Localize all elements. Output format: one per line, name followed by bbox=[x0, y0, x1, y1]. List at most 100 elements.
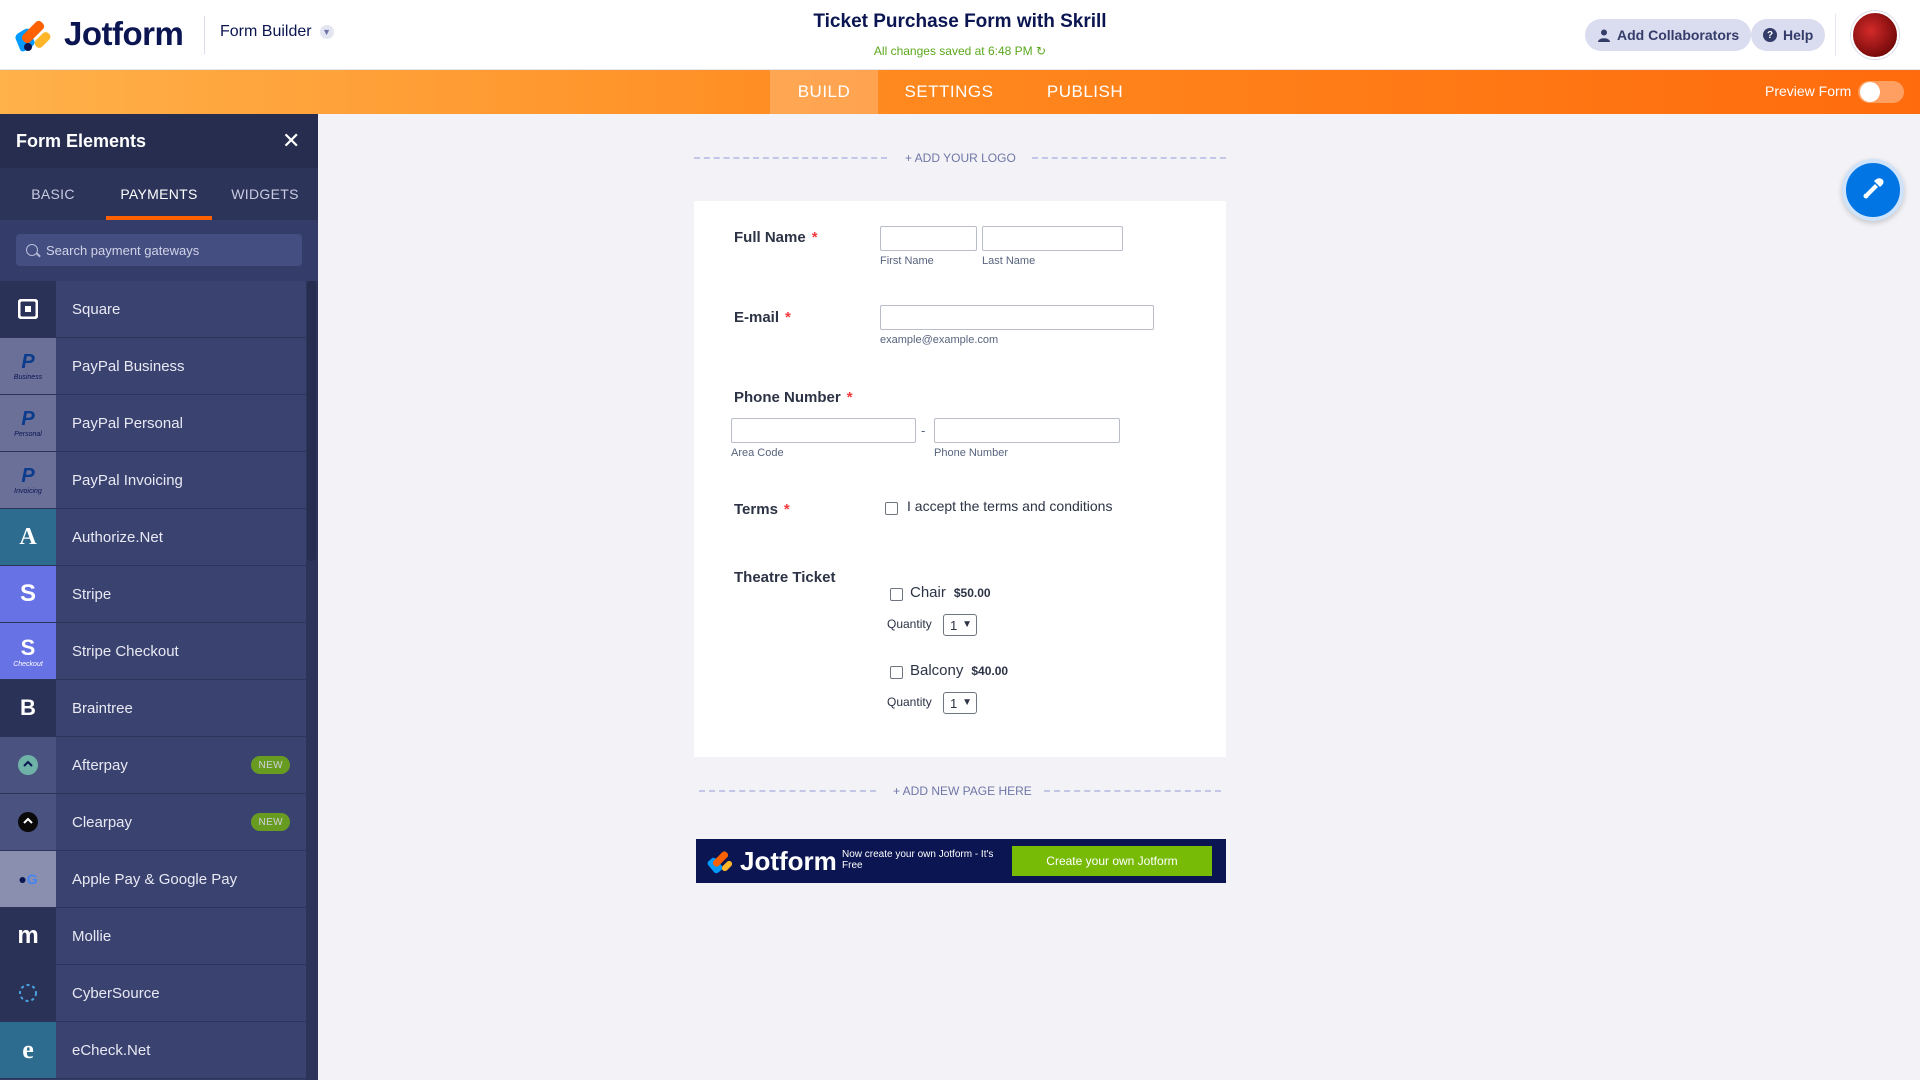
header-divider-right bbox=[1835, 14, 1836, 56]
paypal-icon: P Business bbox=[0, 338, 56, 394]
tab-build[interactable]: BUILD bbox=[770, 70, 878, 114]
balcony-quantity-label: Quantity bbox=[887, 695, 932, 709]
help-label: Help bbox=[1783, 27, 1814, 43]
phone-text: Phone Number bbox=[734, 389, 841, 406]
area-code-input[interactable] bbox=[731, 418, 916, 443]
terms-checkbox[interactable] bbox=[885, 502, 898, 515]
create-jotform-button[interactable]: Create your own Jotform bbox=[1012, 846, 1212, 876]
sidebar-item-paypal-invoicing[interactable]: P Invoicing PayPal Invoicing bbox=[0, 452, 306, 509]
sidebar-item-label: CyberSource bbox=[72, 984, 160, 1002]
email-sublabel: example@example.com bbox=[880, 334, 999, 346]
balcony-quantity-select[interactable]: 1 ▼ bbox=[943, 692, 977, 714]
tab-payments[interactable]: PAYMENTS bbox=[106, 168, 212, 220]
payment-search[interactable] bbox=[16, 234, 302, 266]
panel-scrollbar[interactable] bbox=[306, 281, 318, 1080]
tab-basic-label: BASIC bbox=[31, 186, 75, 202]
sidebar-item-stripe-checkout[interactable]: S Checkout Stripe Checkout bbox=[0, 623, 306, 680]
email-label: E-mail * bbox=[734, 309, 791, 326]
sidebar-item-label: PayPal Business bbox=[72, 357, 185, 375]
panel-title: Form Elements bbox=[16, 131, 147, 151]
phone-number-input[interactable] bbox=[934, 418, 1120, 443]
help-button[interactable]: ? Help bbox=[1751, 19, 1826, 51]
refresh-icon: ↻ bbox=[1036, 44, 1047, 58]
terms-option-label[interactable]: I accept the terms and conditions bbox=[907, 498, 1112, 514]
scrollbar-thumb[interactable] bbox=[307, 281, 316, 561]
tab-publish[interactable]: PUBLISH bbox=[1030, 70, 1140, 114]
help-icon: ? bbox=[1763, 28, 1777, 42]
tab-build-label: BUILD bbox=[797, 82, 851, 101]
chair-quantity-label: Quantity bbox=[887, 617, 932, 631]
balcony-option[interactable]: Balcony $40.00 bbox=[910, 662, 1008, 679]
braintree-icon: B bbox=[0, 680, 56, 736]
sidebar-item-afterpay[interactable]: Afterpay NEW bbox=[0, 737, 306, 794]
jotform-logo-icon bbox=[706, 849, 734, 874]
avatar[interactable] bbox=[1851, 11, 1899, 59]
terms-text: Terms bbox=[734, 501, 778, 518]
sidebar-item-authorize-net[interactable]: A Authorize.Net bbox=[0, 509, 306, 566]
phone-label: Phone Number * bbox=[734, 389, 853, 406]
required-mark: * bbox=[785, 309, 791, 326]
paypal-business-sub: Business bbox=[13, 374, 43, 381]
sidebar-item-paypal-personal[interactable]: P Personal PayPal Personal bbox=[0, 395, 306, 452]
chair-quantity-value: 1 bbox=[950, 617, 958, 633]
chevron-down-icon: ▼ bbox=[962, 619, 972, 630]
paypal-invoicing-sub: Invoicing bbox=[14, 488, 42, 495]
tab-widgets[interactable]: WIDGETS bbox=[212, 168, 318, 220]
chair-checkbox[interactable] bbox=[890, 588, 903, 601]
chair-option[interactable]: Chair $50.00 bbox=[910, 584, 991, 601]
stripe-icon: S Checkout bbox=[0, 623, 56, 679]
sidebar-item-echeck[interactable]: e eCheck.Net bbox=[0, 1022, 306, 1079]
sidebar-item-label: Mollie bbox=[72, 927, 112, 945]
tab-payments-label: PAYMENTS bbox=[120, 186, 198, 202]
required-mark: * bbox=[811, 229, 818, 246]
sidebar-item-braintree[interactable]: B Braintree bbox=[0, 680, 306, 737]
add-logo-link[interactable]: + ADD YOUR LOGO bbox=[905, 151, 1016, 165]
tab-settings[interactable]: SETTINGS bbox=[880, 70, 1018, 114]
tab-basic[interactable]: BASIC bbox=[0, 168, 106, 220]
sidebar-item-stripe[interactable]: S Stripe bbox=[0, 566, 306, 623]
apple-google-pay-icon: ● G bbox=[0, 851, 56, 907]
clearpay-icon bbox=[0, 794, 56, 850]
sidebar-item-cybersource[interactable]: CyberSource bbox=[0, 965, 306, 1022]
preview-form-toggle[interactable] bbox=[1858, 81, 1904, 103]
cybersource-icon bbox=[0, 965, 56, 1021]
last-name-input[interactable] bbox=[982, 226, 1123, 251]
paypal-icon: P Invoicing bbox=[0, 452, 56, 508]
sidebar-item-square[interactable]: Square bbox=[0, 281, 306, 338]
form-designer-button[interactable] bbox=[1842, 159, 1904, 221]
search-input[interactable] bbox=[46, 242, 286, 258]
add-new-page-link[interactable]: + ADD NEW PAGE HERE bbox=[893, 784, 1032, 798]
first-name-input[interactable] bbox=[880, 226, 977, 251]
close-icon[interactable]: ✕ bbox=[282, 128, 300, 154]
create-jotform-label: Create your own Jotform bbox=[1046, 854, 1178, 868]
theatre-ticket-text: Theatre Ticket bbox=[734, 569, 836, 586]
new-badge: NEW bbox=[251, 813, 290, 831]
full-name-label: Full Name * bbox=[734, 229, 818, 246]
sidebar-item-label: Clearpay bbox=[72, 813, 133, 831]
sidebar-item-apple-google-pay[interactable]: ● G Apple Pay & Google Pay bbox=[0, 851, 306, 908]
email-field[interactable] bbox=[880, 305, 1154, 330]
sidebar-item-label: Apple Pay & Google Pay bbox=[72, 870, 238, 888]
page-dash-right bbox=[1044, 790, 1221, 792]
sidebar-item-label: Stripe bbox=[72, 585, 112, 603]
sidebar-item-mollie[interactable]: m Mollie bbox=[0, 908, 306, 965]
balcony-checkbox[interactable] bbox=[890, 666, 903, 679]
sidebar-item-label: Stripe Checkout bbox=[72, 642, 179, 660]
sidebar-item-label: Square bbox=[72, 300, 121, 318]
banner-brand: Jotform bbox=[740, 846, 837, 876]
chair-price: $50.00 bbox=[953, 586, 991, 600]
sidebar-item-clearpay[interactable]: Clearpay NEW bbox=[0, 794, 306, 851]
theatre-ticket-label: Theatre Ticket bbox=[734, 569, 835, 586]
sidebar-item-paypal-business[interactable]: P Business PayPal Business bbox=[0, 338, 306, 395]
authorize-net-icon: A bbox=[0, 509, 56, 565]
tab-widgets-label: WIDGETS bbox=[231, 186, 299, 202]
add-collaborators-button[interactable]: Add Collaborators bbox=[1585, 19, 1752, 51]
balcony-price: $40.00 bbox=[971, 664, 1009, 678]
chair-quantity-select[interactable]: 1 ▼ bbox=[943, 614, 977, 636]
phone-dash: - bbox=[921, 423, 926, 438]
square-icon bbox=[0, 281, 56, 337]
sidebar-item-label: Authorize.Net bbox=[72, 528, 163, 546]
payment-gateway-list: Square P Business PayPal Business P Pers… bbox=[0, 281, 306, 1079]
paint-roller-icon bbox=[1859, 174, 1887, 207]
sidebar-item-label: Braintree bbox=[72, 699, 133, 717]
